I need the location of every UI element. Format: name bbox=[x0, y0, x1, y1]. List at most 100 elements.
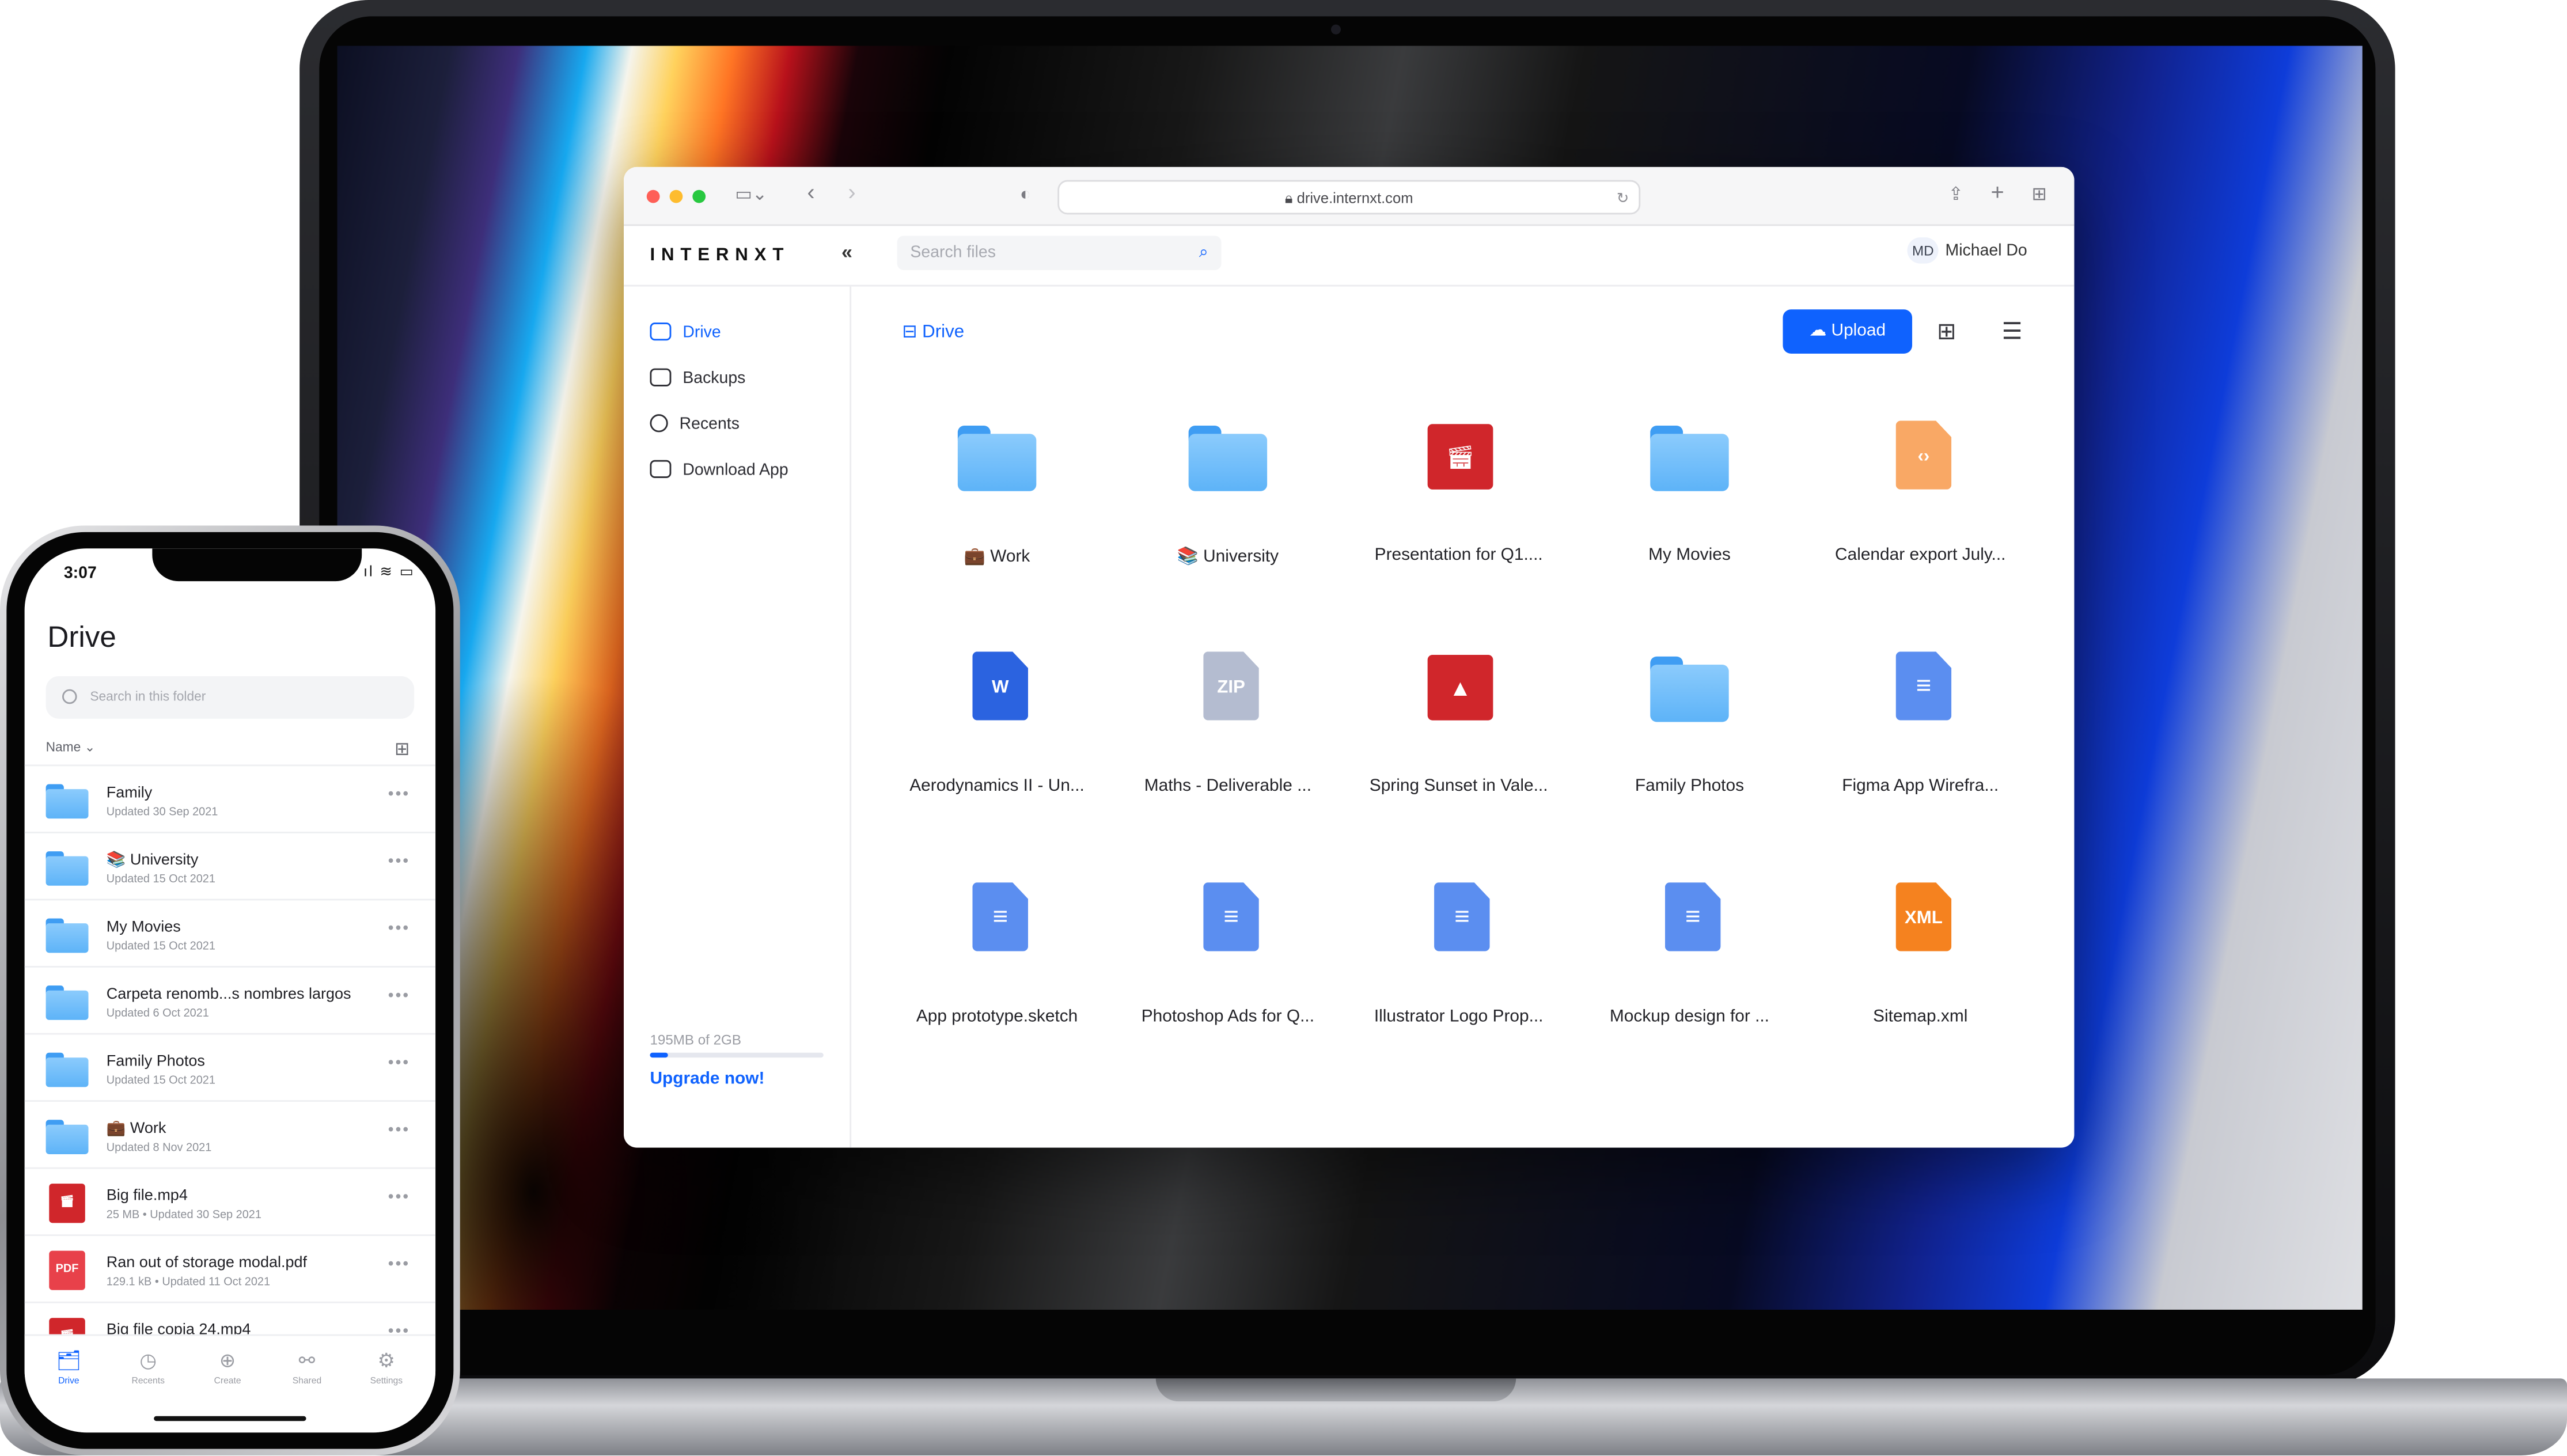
list-item[interactable]: Family Photos Updated 15 Oct 2021 ••• bbox=[24, 1033, 436, 1101]
list-item[interactable]: Family Updated 30 Sep 2021 ••• bbox=[24, 764, 436, 832]
file-item[interactable]: ≡ Photoshop Ads for Q... bbox=[1121, 850, 1334, 1038]
file-item[interactable]: ZIP Maths - Deliverable ... bbox=[1121, 619, 1334, 807]
search-input[interactable]: Search files ⌕ bbox=[897, 236, 1222, 271]
sidebar-item-recents[interactable]: Recents bbox=[650, 410, 740, 442]
phone-notch bbox=[152, 548, 362, 582]
tab-create[interactable]: ⊕ Create bbox=[195, 1349, 260, 1386]
device-mockup-scene: ▭⌄ ‹ › ◐ 🔒︎ drive.internxt.com ↻ ⇪ + ⊞ IN… bbox=[0, 0, 2567, 1455]
folder-icon bbox=[45, 918, 89, 953]
more-options-icon[interactable]: ••• bbox=[388, 1189, 410, 1207]
sidebar-item-backups[interactable]: Backups bbox=[650, 363, 745, 396]
file-name: Maths - Deliverable ... bbox=[1144, 776, 1312, 796]
user-menu[interactable]: MD Michael Do bbox=[1907, 237, 2027, 264]
close-window-button[interactable] bbox=[646, 189, 660, 203]
file-item[interactable]: ≡ App prototype.sketch bbox=[890, 850, 1104, 1038]
tab-label: Shared bbox=[292, 1377, 322, 1387]
file-name: Illustrator Logo Prop... bbox=[1374, 1007, 1544, 1027]
file-item[interactable]: Family Photos bbox=[1583, 619, 1796, 807]
home-indicator[interactable] bbox=[154, 1416, 306, 1421]
list-item[interactable]: 📚 University Updated 15 Oct 2021 ••• bbox=[24, 831, 436, 899]
file-name: Spring Sunset in Vale... bbox=[1369, 776, 1548, 796]
search-icon[interactable]: ⌕ bbox=[1199, 236, 1208, 270]
file-item[interactable]: W Aerodynamics II - Un... bbox=[890, 619, 1104, 807]
reload-icon[interactable]: ↻ bbox=[1617, 182, 1629, 215]
upgrade-link[interactable]: Upgrade now! bbox=[650, 1069, 764, 1089]
search-input[interactable]: Search in this folder bbox=[45, 676, 415, 719]
file-item[interactable]: ≡ Illustrator Logo Prop... bbox=[1352, 850, 1565, 1038]
share-icon[interactable]: ⇪ bbox=[1948, 183, 1963, 206]
item-name: My Movies bbox=[106, 918, 181, 936]
more-options-icon[interactable]: ••• bbox=[388, 853, 410, 871]
address-bar[interactable]: 🔒︎ drive.internxt.com ↻ bbox=[1057, 180, 1641, 215]
file-name: Figma App Wirefra... bbox=[1842, 776, 1999, 796]
more-options-icon[interactable]: ••• bbox=[388, 786, 410, 803]
new-tab-icon[interactable]: + bbox=[1990, 180, 2004, 203]
file-item[interactable]: 💼 Work bbox=[890, 388, 1104, 577]
list-item[interactable]: Carpeta renomb...s nombres largos Updated… bbox=[24, 966, 436, 1033]
file-item[interactable]: ‹› Calendar export July... bbox=[1814, 388, 2027, 577]
file-item[interactable]: 🎬︎ Presentation for Q1.... bbox=[1352, 388, 1565, 577]
settings-tab-icon: ⚙ bbox=[377, 1349, 396, 1372]
file-item[interactable]: 📚 University bbox=[1121, 388, 1334, 577]
more-options-icon[interactable]: ••• bbox=[388, 1121, 410, 1139]
item-name: Ran out of storage modal.pdf bbox=[106, 1254, 308, 1272]
file-name: My Movies bbox=[1648, 545, 1731, 565]
back-arrow-icon[interactable]: ‹ bbox=[807, 180, 814, 203]
item-name: 💼 Work bbox=[106, 1120, 166, 1138]
sidebar-item-drive[interactable]: Drive bbox=[650, 317, 721, 350]
file-name: Photoshop Ads for Q... bbox=[1141, 1007, 1315, 1027]
upload-button[interactable]: ☁︎ Upload bbox=[1783, 309, 1913, 354]
tab-shared[interactable]: ⚯ Shared bbox=[274, 1349, 340, 1386]
sort-dropdown[interactable]: Name ⌄ bbox=[46, 740, 96, 755]
sidebar-item-download-app[interactable]: Download App bbox=[650, 455, 788, 488]
laptop-hinge-notch bbox=[1155, 1378, 1516, 1402]
drive-tab-icon: 🗂 bbox=[56, 1349, 82, 1372]
grid-view-icon[interactable]: ⊞ bbox=[395, 738, 409, 760]
file-name: Calendar export July... bbox=[1835, 545, 2006, 565]
list-item[interactable]: My Movies Updated 15 Oct 2021 ••• bbox=[24, 898, 436, 966]
list-item[interactable]: PDF Ran out of storage modal.pdf 129.1 kB … bbox=[24, 1234, 436, 1302]
tab-overview-icon[interactable]: ⊞ bbox=[2032, 183, 2047, 206]
file-name: Family Photos bbox=[1635, 776, 1745, 796]
file-item[interactable]: ≡ Figma App Wirefra... bbox=[1814, 619, 2027, 807]
more-options-icon[interactable]: ••• bbox=[388, 987, 410, 1005]
file-item[interactable]: XML Sitemap.xml bbox=[1814, 850, 2027, 1038]
recents-tab-icon: ◷ bbox=[139, 1349, 157, 1372]
more-options-icon[interactable]: ••• bbox=[388, 1055, 410, 1072]
forward-arrow-icon[interactable]: › bbox=[848, 180, 855, 203]
more-options-icon[interactable]: ••• bbox=[388, 920, 410, 938]
item-meta: 129.1 kB • Updated 11 Oct 2021 bbox=[106, 1277, 271, 1289]
sidebar-toggle-icon[interactable]: ▭⌄ bbox=[735, 183, 767, 206]
more-options-icon[interactable]: ••• bbox=[388, 1256, 410, 1273]
breadcrumb[interactable]: ⊟ Drive bbox=[902, 321, 964, 342]
file-item[interactable]: My Movies bbox=[1583, 388, 1796, 577]
file-item[interactable]: ▲ Spring Sunset in Vale... bbox=[1352, 619, 1565, 807]
shield-icon[interactable]: ◐ bbox=[1020, 183, 1031, 206]
item-meta: Updated 8 Nov 2021 bbox=[106, 1143, 212, 1154]
list-item[interactable]: 💼 Work Updated 8 Nov 2021 ••• bbox=[24, 1100, 436, 1167]
video-file-icon: 🎬︎ bbox=[1427, 424, 1493, 490]
new-folder-icon[interactable]: ⊞ bbox=[1930, 314, 1963, 347]
minimize-window-button[interactable] bbox=[669, 189, 683, 203]
image-file-icon: ▲ bbox=[1427, 655, 1493, 721]
item-name: Family bbox=[106, 784, 153, 802]
search-icon bbox=[62, 689, 77, 704]
list-item[interactable]: 🎬︎ Big file.mp4 25 MB • Updated 30 Sep 202… bbox=[24, 1167, 436, 1235]
item-meta: Updated 15 Oct 2021 bbox=[106, 874, 215, 886]
tab-drive[interactable]: 🗂 Drive bbox=[36, 1349, 102, 1386]
list-view-icon[interactable]: ☰ bbox=[1996, 314, 2028, 347]
drive-icon: ⊟ bbox=[902, 322, 923, 343]
file-item[interactable]: ≡ Mockup design for ... bbox=[1583, 850, 1796, 1038]
file-name: Sitemap.xml bbox=[1873, 1007, 1968, 1027]
doc-file-icon: ≡ bbox=[972, 882, 1029, 951]
file-name: 📚 University bbox=[1177, 547, 1279, 567]
tab-settings[interactable]: ⚙ Settings bbox=[354, 1349, 419, 1386]
folder-icon bbox=[45, 1120, 89, 1154]
cloud-upload-icon: ☁︎ bbox=[1809, 321, 1832, 341]
tab-label: Settings bbox=[370, 1377, 403, 1387]
page-title: Drive bbox=[47, 620, 116, 654]
zoom-window-button[interactable] bbox=[692, 189, 706, 203]
folder-icon bbox=[45, 784, 89, 819]
tab-recents[interactable]: ◷ Recents bbox=[115, 1349, 181, 1386]
collapse-sidebar-icon[interactable]: « bbox=[841, 241, 852, 264]
